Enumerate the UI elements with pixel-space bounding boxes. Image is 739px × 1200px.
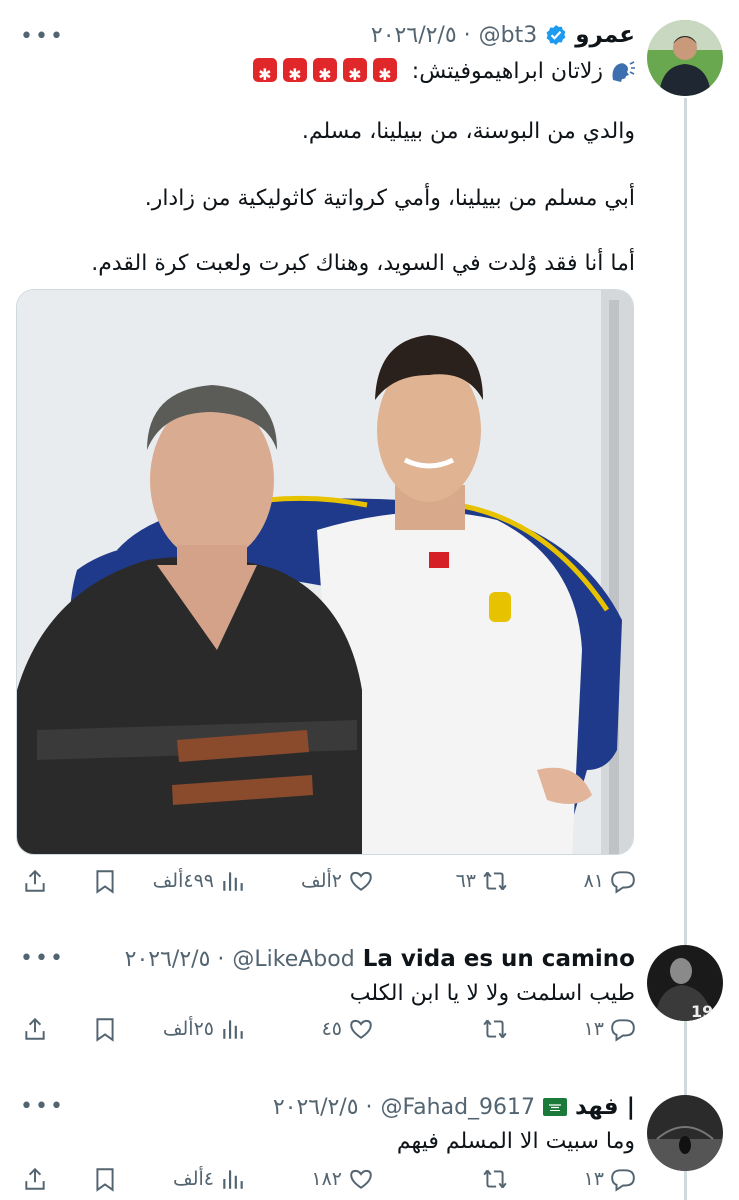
share-icon [25, 869, 45, 892]
share-button[interactable] [22, 1016, 48, 1042]
like-icon [350, 1019, 372, 1039]
retweet-icon [483, 1019, 507, 1039]
more-options-icon[interactable]: ••• [20, 946, 65, 971]
reply-count: ١٣ [583, 1168, 604, 1190]
tweet-header: فهد | @Fahad_9617 ٢٠٢٦/٢/٥ · [20, 1094, 635, 1120]
author-handle[interactable]: @LikeAbod [232, 947, 354, 972]
more-options-icon[interactable]: ••• [20, 24, 65, 49]
tweet-actions: ١٣ ٤٥ ٢٥ألف [18, 1016, 636, 1048]
views-button[interactable]: ٤٩٩ألف [153, 868, 246, 894]
bookmark-button[interactable] [92, 868, 118, 894]
tweet-actions: ١٣ ١٨٢ ٤ألف [18, 1166, 636, 1198]
svg-text:19: 19 [691, 1002, 713, 1021]
retweet-icon [483, 871, 507, 891]
verified-icon [546, 25, 566, 45]
siren-icon [252, 58, 277, 91]
views-button[interactable]: ٢٥ألف [163, 1016, 246, 1042]
views-icon [223, 1020, 243, 1039]
like-icon [350, 1169, 372, 1189]
saudi-flag-icon [543, 1098, 568, 1116]
reply-icon [611, 1169, 635, 1192]
author-name[interactable]: فهد | [575, 1094, 635, 1120]
reply-count: ١٣ [583, 1018, 604, 1040]
siren-icon [282, 58, 307, 91]
like-count: ١٨٢ [311, 1168, 342, 1190]
views-icon [223, 1170, 243, 1189]
views-icon [223, 872, 243, 891]
like-button[interactable]: ٤٥ [322, 1016, 374, 1042]
views-count: ٤٩٩ألف [152, 870, 214, 892]
tweet-quote-intro: زلاتان ابراهيموفيتش: [411, 59, 603, 84]
tweet-text: طيب اسلمت ولا لا يا ابن الكلب [349, 981, 635, 1006]
tweet-header: عمرو @bt3 ٢٠٢٦/٢/٥ · [20, 22, 635, 48]
like-button[interactable]: ١٨٢ [311, 1166, 374, 1192]
tweet-text: وما سبيت الا المسلم فيهم [396, 1129, 635, 1154]
share-icon [25, 1167, 45, 1190]
tweet-paragraph: والدي من البوسنة، من بييلينا، مسلم. [301, 119, 635, 144]
siren-emoji-row [247, 58, 397, 91]
like-count: ٢ألف [301, 870, 342, 892]
retweet-button[interactable]: ٦٣ [456, 868, 508, 894]
like-icon [350, 871, 372, 891]
thread-line [684, 98, 687, 1200]
bookmark-icon [96, 1018, 114, 1042]
share-icon [25, 1017, 45, 1040]
bookmark-icon [96, 870, 114, 894]
views-count: ٢٥ألف [162, 1018, 214, 1040]
tweet-time[interactable]: ٢٠٢٦/٢/٥ · [273, 1095, 373, 1120]
tweet-header: La vida es un camino @LikeAbod ٢٠٢٦/٢/٥ … [20, 946, 635, 972]
share-button[interactable] [22, 868, 48, 894]
retweet-button[interactable] [482, 1016, 508, 1042]
tweet-time[interactable]: ٢٠٢٦/٢/٥ · [125, 947, 225, 972]
tweet-photo[interactable] [16, 289, 634, 855]
author-handle[interactable]: @Fahad_9617 [381, 1095, 536, 1120]
bookmark-button[interactable] [92, 1016, 118, 1042]
siren-icon [342, 58, 367, 91]
like-count: ٤٥ [321, 1018, 342, 1040]
speaking-head-icon [609, 60, 635, 82]
avatar[interactable] [647, 1095, 723, 1171]
tweet-actions: ٨١ ٦٣ ٢ألف ٤٩٩ألف [18, 868, 636, 900]
retweet-button[interactable] [482, 1166, 508, 1192]
retweet-count: ٦٣ [455, 870, 476, 892]
tweet-time[interactable]: ٢٠٢٦/٢/٥ · [371, 23, 471, 48]
reply-button[interactable]: ٨١ [584, 868, 636, 894]
more-options-icon[interactable]: ••• [20, 1094, 65, 1119]
retweet-icon [483, 1169, 507, 1189]
bookmark-icon [96, 1168, 114, 1192]
like-button[interactable]: ٢ألف [301, 868, 374, 894]
tweet-paragraph: أما أنا فقد وُلدت في السويد، وهناك كبرت … [91, 251, 635, 276]
reply-button[interactable]: ١٣ [584, 1166, 636, 1192]
views-button[interactable]: ٤ألف [173, 1166, 246, 1192]
siren-icon [372, 58, 397, 91]
author-handle[interactable]: @bt3 [479, 23, 538, 48]
avatar[interactable] [647, 20, 723, 96]
share-button[interactable] [22, 1166, 48, 1192]
bookmark-button[interactable] [92, 1166, 118, 1192]
author-name[interactable]: La vida es un camino [363, 946, 635, 972]
reply-icon [611, 871, 635, 894]
siren-icon [312, 58, 337, 91]
author-name[interactable]: عمرو [575, 22, 635, 48]
reply-icon [611, 1019, 635, 1042]
tweet-first-line: زلاتان ابراهيموفيتش: [40, 56, 635, 91]
tweet-paragraph: أبي مسلم من بييلينا، وأمي كرواتية كاثولي… [144, 186, 635, 211]
reply-count: ٨١ [583, 870, 604, 892]
views-count: ٤ألف [173, 1168, 214, 1190]
reply-button[interactable]: ١٣ [584, 1016, 636, 1042]
avatar[interactable]: 19 [647, 945, 723, 1021]
